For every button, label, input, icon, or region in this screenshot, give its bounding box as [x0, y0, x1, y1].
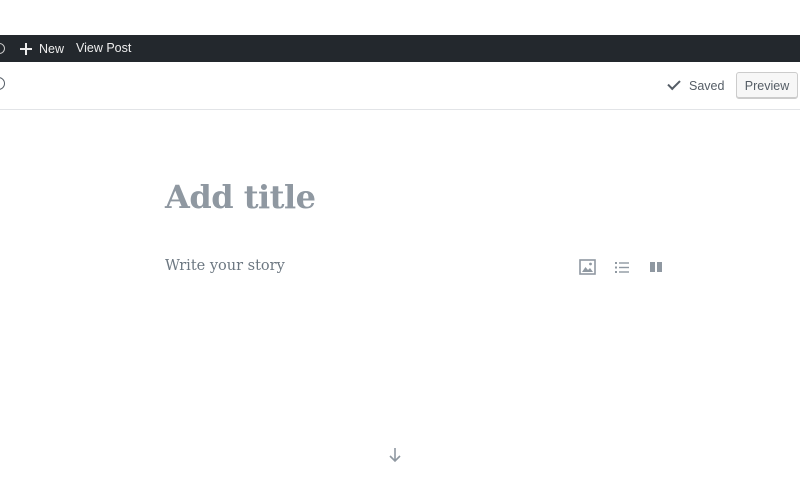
image-icon[interactable]: [578, 258, 596, 276]
wordpress-logo-icon[interactable]: [0, 43, 5, 54]
plus-icon: [20, 42, 32, 55]
new-content-menu[interactable]: New: [20, 35, 64, 62]
check-icon: [667, 76, 681, 91]
list-icon[interactable]: [614, 258, 630, 276]
editor-header: Saved Preview: [0, 62, 800, 110]
post-body-input[interactable]: Write your story: [165, 258, 285, 274]
arrow-down-icon[interactable]: [387, 446, 403, 464]
add-block-icon[interactable]: [0, 77, 5, 90]
new-label: New: [39, 41, 65, 56]
admin-bar: New View Post: [0, 35, 800, 62]
preview-button[interactable]: Preview: [736, 72, 798, 99]
saved-status: Saved: [667, 62, 725, 109]
view-post-link[interactable]: View Post: [76, 35, 131, 62]
post-title-input[interactable]: Add title: [165, 178, 316, 216]
saved-label: Saved: [689, 78, 725, 93]
columns-icon[interactable]: [648, 258, 664, 276]
